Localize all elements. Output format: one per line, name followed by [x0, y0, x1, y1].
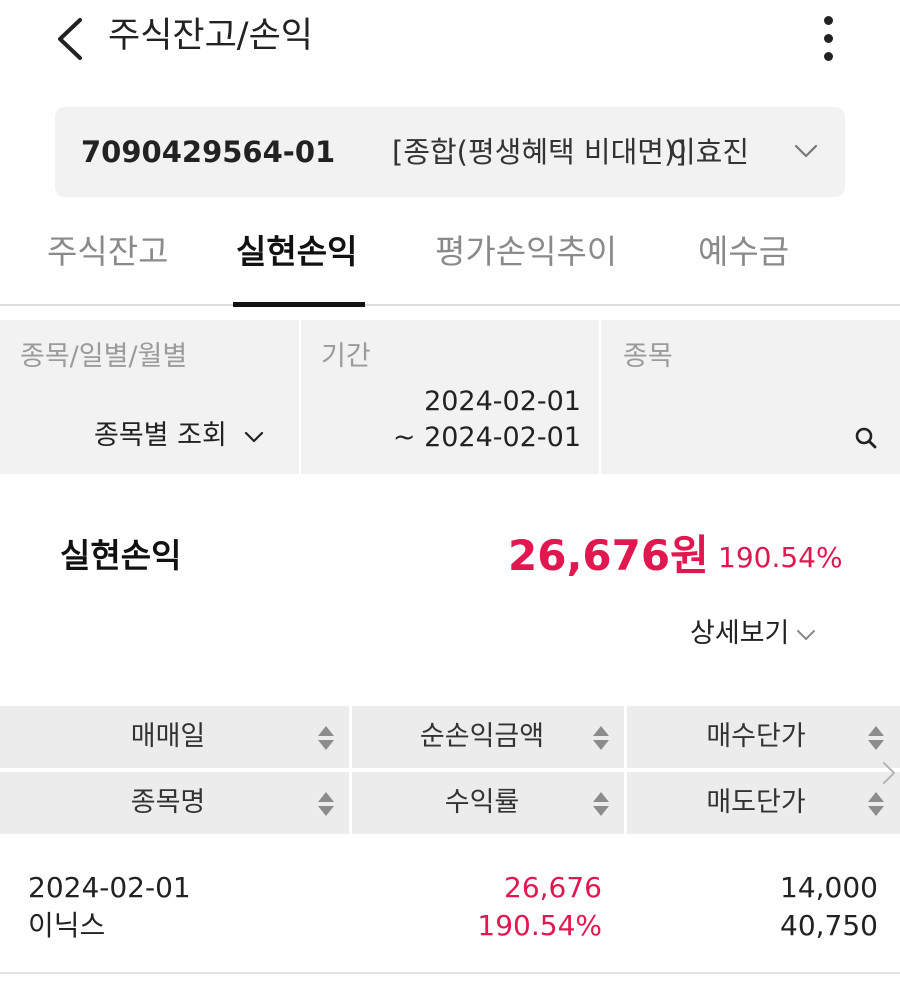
filter-period-label: 기간: [321, 341, 371, 372]
chevron-down-icon: [245, 431, 264, 442]
sort-stock-name[interactable]: 종목명: [0, 772, 349, 834]
filter-panel: 종목/일별/월별 종목별 조회 기간 2024-02-01 ~ 2024-02-…: [0, 320, 900, 474]
mode-select-value: 종목별 조회: [94, 420, 227, 451]
tab-bar: 주식잔고 실현손익 평가손익추이 예수금: [0, 208, 900, 307]
tab-deposit[interactable]: 예수금: [698, 228, 789, 276]
tab-valuation-pl-trend[interactable]: 평가손익추이: [435, 228, 617, 276]
sort-icon: [868, 792, 884, 816]
account-type: [종합(평생혜택 비대면)]: [392, 135, 687, 169]
top-bar: 주식잔고/손익: [0, 0, 900, 80]
more-dot-icon: [824, 16, 833, 25]
realized-pl-rate: 190.54%: [718, 541, 843, 574]
back-button[interactable]: [52, 14, 92, 64]
mode-select[interactable]: 종목별 조회: [94, 418, 265, 454]
more-dot-icon: [824, 52, 833, 61]
sort-icon: [318, 726, 334, 750]
period-to[interactable]: ~ 2024-02-01: [321, 420, 581, 456]
search-icon: [855, 427, 877, 449]
sort-icon: [318, 792, 334, 816]
active-tab-indicator: [233, 302, 365, 307]
header-sell-price: 매도단가: [706, 787, 806, 818]
header-buy-price: 매수단가: [706, 721, 806, 752]
stock-name-cell: 이닉스: [28, 909, 106, 942]
sort-icon: [593, 792, 609, 816]
sort-icon: [868, 726, 884, 750]
buy-price-cell: 14,000: [780, 871, 878, 904]
sort-icon: [593, 726, 609, 750]
account-number: 7090429564-01: [81, 135, 336, 169]
chevron-down-icon: [794, 144, 818, 158]
sort-sell-price[interactable]: 매도단가: [627, 772, 900, 834]
header-net-profit: 순손익금액: [419, 721, 545, 752]
sort-trade-date[interactable]: 매매일: [0, 706, 349, 768]
filter-stock: 종목: [599, 320, 900, 474]
return-rate-cell: 190.54%: [477, 909, 602, 942]
realized-pl-amount: 26,676원: [508, 531, 709, 580]
stock-search-button[interactable]: [851, 423, 881, 453]
sort-buy-price[interactable]: 매수단가: [627, 706, 900, 768]
filter-mode: 종목/일별/월별 종목별 조회: [0, 320, 299, 474]
header-trade-date: 매매일: [130, 721, 206, 752]
chevron-right-icon[interactable]: [880, 760, 898, 786]
more-dot-icon: [824, 34, 833, 43]
view-details-toggle[interactable]: 상세보기: [690, 614, 817, 654]
sort-return-rate[interactable]: 수익률: [352, 772, 624, 834]
realized-pl-label: 실현손익: [60, 536, 182, 575]
net-profit-cell: 26,676: [504, 871, 602, 904]
trade-date-cell: 2024-02-01: [28, 871, 191, 904]
table-row[interactable]: 2024-02-01 이닉스 26,676 190.54% 14,000 40,…: [0, 862, 900, 974]
filter-mode-label: 종목/일별/월별: [20, 341, 188, 372]
period-from[interactable]: 2024-02-01: [321, 384, 581, 420]
sell-price-cell: 40,750: [780, 909, 878, 942]
header-return-rate: 수익률: [444, 787, 520, 818]
filter-stock-label: 종목: [623, 341, 673, 372]
header-stock-name: 종목명: [130, 787, 206, 818]
table-header: 매매일 순손익금액 매수단가 종목명 수익률 매도단가: [0, 706, 900, 834]
view-details-label: 상세보기: [690, 618, 790, 649]
chevron-down-icon: [797, 629, 816, 640]
account-selector[interactable]: 7090429564-01 [종합(평생혜택 비대면)] 이효진: [55, 107, 845, 197]
tab-realized-pl[interactable]: 실현손익: [236, 228, 357, 276]
page-title: 주식잔고/손익: [108, 16, 313, 56]
sort-net-profit[interactable]: 순손익금액: [352, 706, 624, 768]
more-options-button[interactable]: [812, 12, 846, 66]
chevron-left-icon: [58, 18, 82, 60]
tab-stock-balance[interactable]: 주식잔고: [47, 228, 168, 276]
account-owner: 이효진: [669, 135, 750, 169]
filter-period[interactable]: 기간 2024-02-01 ~ 2024-02-01: [299, 320, 599, 474]
